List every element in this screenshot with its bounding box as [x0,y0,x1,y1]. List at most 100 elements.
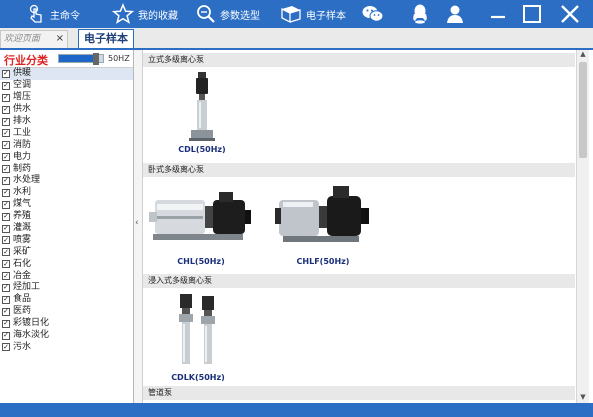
checkbox[interactable]: ✓ [2,283,10,292]
industry-item[interactable]: ✓ 煤气 [0,199,133,211]
product-card-chlf[interactable]: CHLF(50Hz) [273,182,373,266]
checkbox[interactable]: ✓ [2,176,10,185]
product-card-cdlk[interactable]: CDLK(50Hz) [163,294,233,382]
industry-item[interactable]: ✓ 工业 [0,127,133,139]
qq-button[interactable] [409,0,431,28]
qq-penguin-icon [413,4,427,24]
checkbox[interactable]: ✓ [2,105,10,114]
industry-item[interactable]: ✓ 增压 [0,92,133,104]
e-catalog-label: 电子样本 [306,10,346,22]
industry-item[interactable]: ✓ 烃加工 [0,282,133,294]
checkbox[interactable]: ✓ [2,188,10,197]
industry-item[interactable]: ✓ 排水 [0,116,133,128]
industry-item[interactable]: ✓ 石化 [0,258,133,270]
horizontal-pump-image [275,186,369,242]
close-button[interactable] [558,0,582,28]
checkbox[interactable]: ✓ [2,81,10,90]
tab-welcome-label: 欢迎页面 [4,34,41,44]
favorites-button[interactable]: 我的收藏 [112,0,178,28]
minimize-button[interactable] [487,0,509,28]
product-label: CDL(50Hz) [178,145,226,154]
industry-item[interactable]: ✓ 水处理 [0,175,133,187]
checkbox[interactable]: ✓ [2,93,10,102]
tab-e-catalog[interactable]: 电子样本 [78,29,134,48]
industry-item-label: 海水淡化 [13,330,50,341]
industry-item[interactable]: ✓ 灌溉 [0,223,133,235]
checkbox[interactable]: ✓ [2,165,10,174]
tab-close-icon[interactable]: × [56,31,64,47]
wechat-icon [362,6,384,22]
maximize-button[interactable] [520,0,544,28]
industry-item[interactable]: ✓ 制药 [0,163,133,175]
industry-item-label: 水处理 [13,175,41,186]
checkbox[interactable]: ✓ [2,331,10,340]
collapse-strip[interactable]: ‹ [134,50,143,403]
minimize-icon [491,15,505,19]
industry-item-label: 电力 [13,151,32,162]
checkbox[interactable]: ✓ [2,212,10,221]
frequency-slider[interactable] [58,53,104,65]
status-bar [0,403,593,417]
scroll-thumb[interactable] [579,62,587,158]
industry-item[interactable]: ✓ 空调 [0,80,133,92]
user-icon [447,5,463,23]
checkbox[interactable]: ✓ [2,248,10,257]
frequency-label: 50HZ [108,54,130,63]
industry-item[interactable]: ✓ 污水 [0,341,133,353]
industry-item[interactable]: ✓ 喷雾 [0,234,133,246]
tab-welcome[interactable]: 欢迎页面 × [0,30,68,48]
checkbox[interactable]: ✓ [2,153,10,162]
book-icon [281,6,301,24]
e-catalog-button[interactable]: 电子样本 [280,0,346,28]
industry-item[interactable]: ✓ 彩镀日化 [0,318,133,330]
industry-item-label: 污水 [13,341,32,352]
checkbox[interactable]: ✓ [2,343,10,352]
industry-item[interactable]: ✓ 消防 [0,139,133,151]
industry-item-label: 灌溉 [13,223,32,234]
checkbox[interactable]: ✓ [2,224,10,233]
param-select-label: 参数选型 [220,10,260,22]
main-command-button[interactable]: 主命令 [26,0,80,28]
checkbox[interactable]: ✓ [2,129,10,138]
content-scrollbar[interactable]: ▲ ▼ [576,50,589,403]
industry-item-label: 工业 [13,127,32,138]
industry-item[interactable]: ✓ 供水 [0,104,133,116]
product-card-cdl[interactable]: CDL(50Hz) [167,72,237,154]
industry-item[interactable]: ✓ 食品 [0,294,133,306]
industry-item-label: 供暖 [13,68,32,79]
industry-item-label: 供水 [13,104,32,115]
checkbox[interactable]: ✓ [2,319,10,328]
checkbox[interactable]: ✓ [2,260,10,269]
wechat-button[interactable] [361,0,385,28]
industry-item[interactable]: ✓ 采矿 [0,246,133,258]
checkbox[interactable]: ✓ [2,69,10,78]
industry-item-label: 彩镀日化 [13,318,50,329]
checkbox[interactable]: ✓ [2,307,10,316]
checkbox[interactable]: ✓ [2,272,10,281]
product-card-chl[interactable]: CHL(50Hz) [149,186,253,266]
industry-item[interactable]: ✓ 电力 [0,151,133,163]
industry-item-label: 制药 [13,163,32,174]
checkbox[interactable]: ✓ [2,141,10,150]
checkbox[interactable]: ✓ [2,117,10,126]
immersion-pump-image [179,294,215,364]
industry-item[interactable]: ✓ 供暖 [0,68,133,80]
checkbox[interactable]: ✓ [2,236,10,245]
scroll-down-icon[interactable]: ▼ [577,393,589,403]
catalog-content: 立式多级离心泵 CDL(50Hz) 卧式多级离心泵 CHL(50Hz) CHLF… [143,50,575,403]
industry-item[interactable]: ✓ 冶金 [0,270,133,282]
collapse-arrow-icon[interactable]: ‹ [135,218,139,228]
slider-handle[interactable] [93,53,100,65]
top-toolbar: 主命令 我的收藏 参数选型 电子样本 [0,0,593,28]
user-button[interactable] [444,0,466,28]
scroll-up-icon[interactable]: ▲ [577,50,589,60]
checkbox[interactable]: ✓ [2,295,10,304]
industry-item-label: 空调 [13,80,32,91]
industry-list: ✓ 供暖 ✓ 空调 ✓ 增压 ✓ 供水 ✓ 排水 ✓ 工业 ✓ 消防 ✓ 电力 ✓ 制药 ✓ 水处理 ✓ 水利 ✓ 煤气 ✓ 养殖… [0,68,133,353]
industry-item[interactable]: ✓ 养殖 [0,211,133,223]
param-select-button[interactable]: 参数选型 [196,0,260,28]
checkbox[interactable]: ✓ [2,200,10,209]
industry-item[interactable]: ✓ 海水淡化 [0,330,133,342]
industry-item[interactable]: ✓ 水利 [0,187,133,199]
industry-item[interactable]: ✓ 医药 [0,306,133,318]
